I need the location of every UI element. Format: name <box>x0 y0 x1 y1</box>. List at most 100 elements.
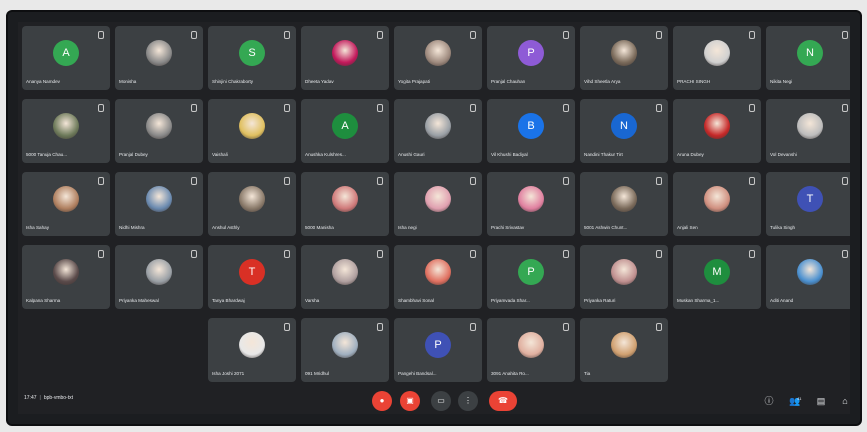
present-button[interactable]: ▭ <box>431 391 451 411</box>
mic-muted-icon <box>284 250 290 258</box>
participant-name: Varsha <box>305 298 320 303</box>
participant-tile[interactable]: Vol Devanshi <box>766 99 850 163</box>
participant-avatar <box>53 186 79 212</box>
participant-tile[interactable]: T Tulika Singh <box>766 172 850 236</box>
mic-muted-icon <box>563 323 569 331</box>
participant-name: Tanya Bhardwaj <box>212 298 245 303</box>
participant-name: 091 Mridhul <box>305 371 330 376</box>
participant-name: Prachi Srivastav <box>491 225 525 230</box>
participant-tile[interactable]: Anshul Asthly <box>208 172 296 236</box>
activities-button[interactable]: ⌂ <box>838 394 850 408</box>
mic-muted-icon <box>284 323 290 331</box>
mic-muted-icon <box>563 104 569 112</box>
participant-tile[interactable]: Shambhavi Sonal <box>394 245 482 309</box>
participant-tile[interactable]: Aruna Dubey <box>673 99 761 163</box>
participant-tile[interactable]: P Pranjal Chauhan <box>487 26 575 90</box>
participant-avatar <box>239 332 265 358</box>
participant-tile[interactable]: Tia <box>580 318 668 382</box>
participant-tile[interactable]: M Muskan Sharma_1... <box>673 245 761 309</box>
participant-tile[interactable]: B Vil Khushi Badiyal <box>487 99 575 163</box>
leave-call-button[interactable]: ☎ <box>489 391 517 411</box>
participant-tile[interactable]: Nidhi Mishra <box>115 172 203 236</box>
activities-icon: ⌂ <box>842 396 848 406</box>
meeting-info: 17:47 | bpb-vmbo-txt <box>24 395 73 401</box>
participant-tile[interactable]: P Priyamvada Shar... <box>487 245 575 309</box>
participant-tile[interactable]: Dheeta Yadav <box>301 26 389 90</box>
camera-off-button[interactable]: ▣ <box>400 391 420 411</box>
participant-tile[interactable]: P Pangehi Bandsal... <box>394 318 482 382</box>
participant-tile[interactable]: PRACHI SINGH <box>673 26 761 90</box>
participant-tile[interactable]: Aditi Anand <box>766 245 850 309</box>
participant-tile[interactable]: Pranjal Dubey <box>115 99 203 163</box>
participant-avatar <box>611 186 637 212</box>
participant-name: Aditi Anand <box>770 298 794 303</box>
participant-name: Dheeta Yadav <box>305 79 334 84</box>
mic-muted-icon <box>842 31 848 39</box>
info-button[interactable]: ⓘ <box>762 394 776 408</box>
participant-tile[interactable]: Priyanka Raturi <box>580 245 668 309</box>
participant-avatar <box>704 186 730 212</box>
people-button[interactable]: 👥 41 <box>788 394 802 408</box>
participant-avatar <box>425 186 451 212</box>
participant-avatar <box>239 113 265 139</box>
mic-muted-icon <box>191 104 197 112</box>
participant-avatar <box>332 186 358 212</box>
bottom-bar: 17:47 | bpb-vmbo-txt ● ▣ ▭ ⋮ ☎ ⓘ 👥 41 ▤ ⌂ <box>18 387 850 414</box>
participant-count-badge: 41 <box>797 396 802 401</box>
chat-button[interactable]: ▤ <box>814 394 828 408</box>
participant-name: Shambhavi Sonal <box>398 298 435 303</box>
participant-tile[interactable]: Varsha <box>301 245 389 309</box>
participant-tile[interactable]: N Nandini Thakur Tirt <box>580 99 668 163</box>
participant-tile[interactable]: Kalpana Sharma <box>22 245 110 309</box>
more-options-icon: ⋮ <box>464 396 472 405</box>
participant-name: Pranjal Dubey <box>119 152 148 157</box>
more-options-button[interactable]: ⋮ <box>458 391 478 411</box>
meeting-code: bpb-vmbo-txt <box>43 395 74 401</box>
participant-name: 5000 Tanuja Chau... <box>26 152 68 157</box>
participant-tile[interactable]: 091 Mridhul <box>301 318 389 382</box>
mic-muted-icon <box>749 31 755 39</box>
mic-muted-icon <box>656 250 662 258</box>
participant-tile[interactable]: Isha Sahay <box>22 172 110 236</box>
participant-tile[interactable]: Isha Joshi 2071 <box>208 318 296 382</box>
participant-name: Tia <box>584 371 591 376</box>
meeting-time: 17:47 <box>24 395 37 401</box>
participant-tile[interactable]: 5000 Manisha <box>301 172 389 236</box>
participant-tile[interactable]: 3091 Anahita Ro... <box>487 318 575 382</box>
mic-muted-icon <box>470 104 476 112</box>
mic-muted-icon <box>284 104 290 112</box>
participant-name: Vol Devanshi <box>770 152 797 157</box>
mic-muted-icon <box>656 104 662 112</box>
participant-tile[interactable]: Monisha <box>115 26 203 90</box>
mic-off-icon: ● <box>379 396 385 405</box>
participant-avatar: A <box>53 40 79 66</box>
participant-grid: A Ananya Namdev Monisha S Shinjini Chakrabor… <box>18 22 850 387</box>
participant-tile[interactable]: Vihd Sheetla Arya <box>580 26 668 90</box>
participant-tile[interactable]: Priyanka Maheswal <box>115 245 203 309</box>
participant-name: Priyanka Maheswal <box>119 298 159 303</box>
leave-call-icon: ☎ <box>498 396 508 405</box>
participant-tile[interactable]: Vaishali <box>208 99 296 163</box>
participant-tile[interactable]: Anjali Sen <box>673 172 761 236</box>
participant-name: Yogita Prajapati <box>398 79 431 84</box>
participant-avatar <box>332 40 358 66</box>
info-icon: ⓘ <box>764 396 774 406</box>
participant-tile[interactable]: 5001 Ashwin Chunt... <box>580 172 668 236</box>
mic-off-button[interactable]: ● <box>372 391 392 411</box>
participant-tile[interactable]: Prachi Srivastav <box>487 172 575 236</box>
mic-muted-icon <box>563 250 569 258</box>
participant-tile[interactable]: A Ananya Namdev <box>22 26 110 90</box>
camera-off-icon: ▣ <box>406 396 414 405</box>
participant-avatar <box>332 259 358 285</box>
participant-tile[interactable]: S Shinjini Chakraborty <box>208 26 296 90</box>
participant-tile[interactable]: Yogita Prajapati <box>394 26 482 90</box>
participant-tile[interactable]: 5000 Tanuja Chau... <box>22 99 110 163</box>
participant-name: 5000 Manisha <box>305 225 334 230</box>
participant-avatar: S <box>239 40 265 66</box>
participant-tile[interactable]: T Tanya Bhardwaj <box>208 245 296 309</box>
participant-tile[interactable]: N Nikita Negi <box>766 26 850 90</box>
participant-tile[interactable]: A Anushka Kulshres... <box>301 99 389 163</box>
participant-tile[interactable]: Anushi Gauri <box>394 99 482 163</box>
participant-tile[interactable]: Isha negi <box>394 172 482 236</box>
mic-muted-icon <box>284 177 290 185</box>
